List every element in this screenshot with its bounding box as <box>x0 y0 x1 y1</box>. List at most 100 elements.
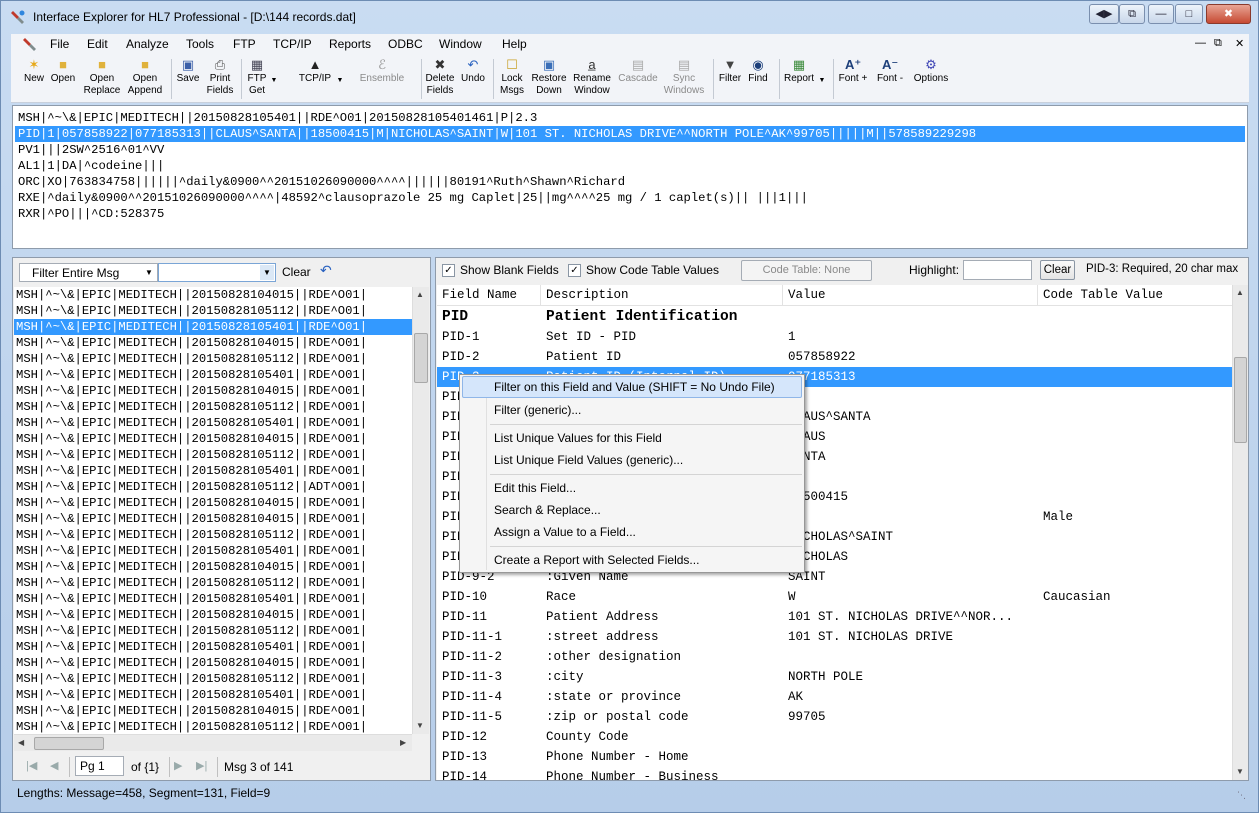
menu-file[interactable]: File <box>50 37 69 51</box>
column-header-value[interactable]: Value <box>783 285 1038 306</box>
message-list-item[interactable]: MSH|^~\&|EPIC|MEDITECH||20150828105112||… <box>14 671 412 687</box>
column-header-field-name[interactable]: Field Name <box>437 285 541 306</box>
value-cell[interactable] <box>788 767 1038 780</box>
scroll-up-icon[interactable]: ▲ <box>1236 288 1244 297</box>
font-decrease-button[interactable]: A⁻ Font - <box>875 57 905 85</box>
message-list-vertical-scrollbar[interactable]: ▲ ▼ <box>412 287 429 734</box>
code-table-value-cell[interactable] <box>1043 367 1232 387</box>
code-table-value-cell[interactable] <box>1043 607 1232 627</box>
field-name-cell[interactable]: PID-13 <box>442 747 541 767</box>
message-list-item[interactable]: MSH|^~\&|EPIC|MEDITECH||20150828105401||… <box>14 463 412 479</box>
value-cell[interactable]: 18500415 <box>788 487 1038 507</box>
show-code-table-values-checkbox[interactable]: ✓ <box>568 264 581 277</box>
value-cell[interactable]: 99705 <box>788 707 1038 727</box>
table-row[interactable]: PID-14 Phone Number - Business <box>437 767 1232 780</box>
clear-filter-button[interactable]: Clear <box>282 265 311 279</box>
message-list-item[interactable]: MSH|^~\&|EPIC|MEDITECH||20150828104015||… <box>14 703 412 719</box>
code-table-value-cell[interactable] <box>1043 687 1232 707</box>
value-cell[interactable] <box>788 647 1038 667</box>
table-row[interactable]: PID-11-3:city NORTH POLE <box>437 667 1232 687</box>
close-button[interactable]: ✖ <box>1206 4 1251 24</box>
table-row[interactable]: PID-13 Phone Number - Home <box>437 747 1232 767</box>
clear-highlight-button[interactable]: Clear <box>1040 260 1075 280</box>
window-nav-button[interactable]: ◀▶ <box>1089 4 1119 24</box>
menu-item-search-replace[interactable]: Search & Replace... <box>462 499 802 521</box>
code-table-value-cell[interactable] <box>1043 567 1232 587</box>
value-cell[interactable]: 077185313 <box>788 367 1038 387</box>
code-table-value-cell[interactable] <box>1043 427 1232 447</box>
message-list-item[interactable]: MSH|^~\&|EPIC|MEDITECH||20150828104015||… <box>14 335 412 351</box>
value-cell[interactable]: 101 ST. NICHOLAS DRIVE^^NOR... <box>788 607 1038 627</box>
scrollbar-thumb[interactable] <box>34 737 104 750</box>
last-page-icon[interactable]: ▶| <box>196 759 207 772</box>
message-list-item[interactable]: MSH|^~\&|EPIC|MEDITECH||20150828105401||… <box>14 415 412 431</box>
message-list-item[interactable]: MSH|^~\&|EPIC|MEDITECH||20150828105401||… <box>14 639 412 655</box>
value-cell[interactable] <box>788 747 1038 767</box>
resize-grip-icon[interactable]: ⋱ <box>1237 790 1246 801</box>
message-list-item[interactable]: MSH|^~\&|EPIC|MEDITECH||20150828105112||… <box>14 527 412 543</box>
next-page-icon[interactable]: ▶ <box>174 759 182 772</box>
field-name-cell[interactable]: PID-2 <box>442 347 541 367</box>
message-list-item[interactable]: MSH|^~\&|EPIC|MEDITECH||20150828105401||… <box>14 591 412 607</box>
chevron-down-icon[interactable]: ▼ <box>260 265 274 280</box>
sync-windows-button[interactable]: ▤ Sync Windows <box>663 57 705 97</box>
table-row[interactable]: PID-11-4:state or province AK <box>437 687 1232 707</box>
open-button[interactable]: ■ Open <box>49 57 77 85</box>
code-table-value-cell[interactable] <box>1043 387 1232 407</box>
field-name-cell[interactable]: PID-14 <box>442 767 541 780</box>
value-cell[interactable]: AK <box>788 687 1038 707</box>
message-list-item[interactable]: MSH|^~\&|EPIC|MEDITECH||20150828104015||… <box>14 607 412 623</box>
menu-window[interactable]: Window <box>439 37 482 51</box>
table-row[interactable]: PID-11-5:zip or postal code 99705 <box>437 707 1232 727</box>
message-list-item[interactable]: MSH|^~\&|EPIC|MEDITECH||20150828104015||… <box>14 495 412 511</box>
message-list-item[interactable]: MSH|^~\&|EPIC|MEDITECH||20150828104015||… <box>14 287 412 303</box>
code-table-value-cell[interactable]: Male <box>1043 507 1232 527</box>
value-cell[interactable]: CLAUS <box>788 427 1038 447</box>
tcpip-button[interactable]: ▲ TCP/IP <box>295 57 335 85</box>
value-cell[interactable] <box>788 387 1038 407</box>
minimize-button[interactable]: — <box>1148 4 1174 24</box>
message-list-item[interactable]: MSH|^~\&|EPIC|MEDITECH||20150828105112||… <box>14 575 412 591</box>
save-button[interactable]: ▣ Save <box>175 57 201 85</box>
code-table-value-cell[interactable] <box>1043 447 1232 467</box>
ftp-dropdown-arrow[interactable]: ▼ <box>269 75 279 87</box>
open-replace-button[interactable]: ■ Open Replace <box>83 57 121 97</box>
raw-segment-pv1[interactable]: PV1|||2SW^2516^01^VV <box>18 142 164 158</box>
menu-ftp[interactable]: FTP <box>233 37 256 51</box>
value-cell[interactable]: CLAUS^SANTA <box>788 407 1038 427</box>
report-button[interactable]: ▦ Report <box>783 57 815 85</box>
value-cell[interactable]: 1 <box>788 327 1038 347</box>
tcpip-dropdown-arrow[interactable]: ▼ <box>335 75 345 87</box>
menu-item-assign-value[interactable]: Assign a Value to a Field... <box>462 521 802 543</box>
rename-window-button[interactable]: a̲ Rename Window <box>571 57 613 97</box>
first-page-icon[interactable]: |◀ <box>26 759 37 772</box>
report-dropdown-arrow[interactable]: ▼ <box>817 75 827 87</box>
raw-segment-al1[interactable]: AL1|1|DA|^codeine||| <box>18 158 164 174</box>
message-list-item[interactable]: MSH|^~\&|EPIC|MEDITECH||20150828105112||… <box>14 719 412 734</box>
scrollbar-thumb[interactable] <box>1234 357 1247 443</box>
code-table-value-cell[interactable] <box>1043 767 1232 780</box>
table-row[interactable]: PID-2 Patient ID 057858922 <box>437 347 1232 367</box>
code-table-value-cell[interactable] <box>1043 347 1232 367</box>
description-cell[interactable]: Patient Address <box>546 607 783 627</box>
code-table-value-cell[interactable] <box>1043 647 1232 667</box>
message-list-item[interactable]: MSH|^~\&|EPIC|MEDITECH||20150828104015||… <box>14 511 412 527</box>
menu-tcpip[interactable]: TCP/IP <box>273 37 312 51</box>
column-header-description[interactable]: Description <box>541 285 783 306</box>
mdi-close-button[interactable]: ✕ <box>1235 37 1244 50</box>
table-row[interactable]: PID-11-2:other designation <box>437 647 1232 667</box>
table-row[interactable]: PID Patient Identification <box>437 307 1232 327</box>
description-cell[interactable]: Phone Number - Home <box>546 747 783 767</box>
menu-item-edit-field[interactable]: Edit this Field... <box>462 477 802 499</box>
code-table-value-cell[interactable] <box>1043 747 1232 767</box>
field-name-cell[interactable]: PID-11 <box>442 607 541 627</box>
find-button[interactable]: ◉ Find <box>745 57 771 85</box>
field-name-cell[interactable]: PID-12 <box>442 727 541 747</box>
field-name-cell[interactable]: PID-11-3 <box>442 667 541 687</box>
menu-help[interactable]: Help <box>502 37 527 51</box>
scroll-down-icon[interactable]: ▼ <box>416 721 424 730</box>
menu-odbc[interactable]: ODBC <box>388 37 423 51</box>
message-list-item[interactable]: MSH|^~\&|EPIC|MEDITECH||20150828105112||… <box>14 303 412 319</box>
value-cell[interactable]: NORTH POLE <box>788 667 1038 687</box>
code-table-value-cell[interactable] <box>1043 727 1232 747</box>
